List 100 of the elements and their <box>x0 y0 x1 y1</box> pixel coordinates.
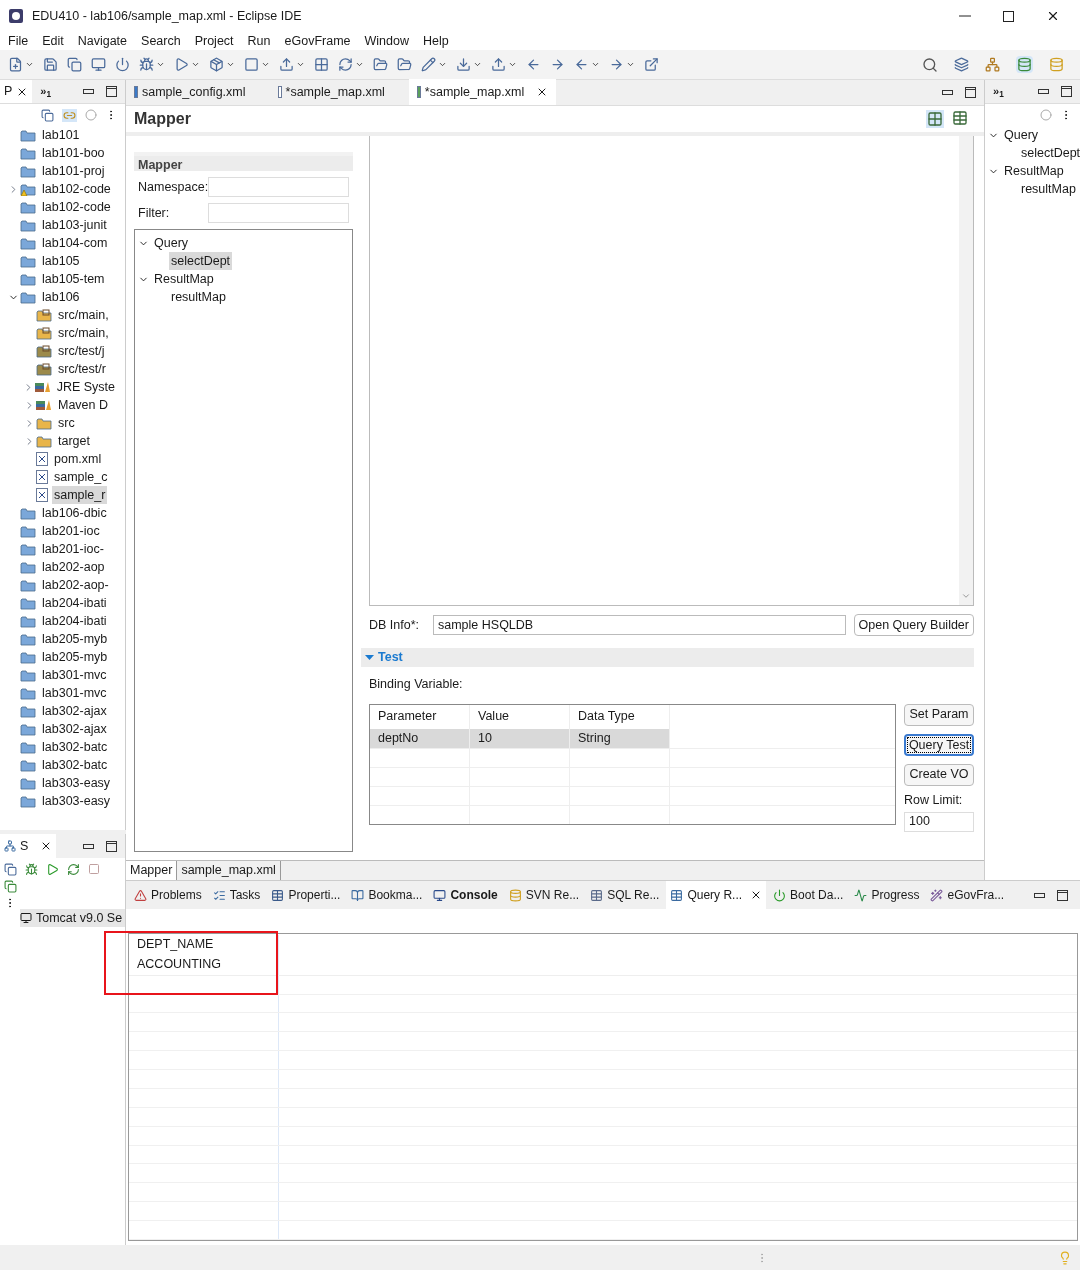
play-icon[interactable] <box>174 57 189 72</box>
stop-icon[interactable] <box>244 57 259 72</box>
collapse-icon[interactable] <box>4 862 17 876</box>
left-arrow-icon[interactable] <box>526 57 541 72</box>
open-perspective-icon[interactable] <box>954 57 969 72</box>
play-icon[interactable] <box>46 862 59 876</box>
editor-tab[interactable]: sample_config.xml <box>126 79 254 105</box>
tree-item[interactable]: lab104-com <box>40 233 110 253</box>
tree-item[interactable]: lab302-batc <box>40 737 110 757</box>
window-icon[interactable] <box>644 57 659 72</box>
view-tab[interactable]: eGovFra... <box>926 881 1009 909</box>
view-tab[interactable]: Query R... <box>666 881 767 909</box>
maximize-icon[interactable] <box>1003 10 1014 22</box>
db-info-field[interactable]: sample HSQLDB <box>433 615 846 635</box>
database-perspective-icon[interactable] <box>1017 57 1032 72</box>
save-icon[interactable] <box>43 57 58 72</box>
tree-item[interactable]: lab101-boo <box>40 143 107 163</box>
columns-layout-icon[interactable] <box>927 111 943 127</box>
tree-item[interactable]: sample_c <box>52 467 110 487</box>
tree-item[interactable]: src/main, <box>56 323 111 343</box>
action-button[interactable]: Query Test <box>904 733 974 756</box>
input-field[interactable] <box>208 203 349 223</box>
back-icon[interactable] <box>574 57 589 72</box>
tree-item[interactable]: selectDept <box>169 251 233 271</box>
menu-item[interactable]: Search <box>141 31 181 51</box>
refresh-icon[interactable] <box>67 862 80 876</box>
publish-icon[interactable] <box>4 880 17 893</box>
tree-item[interactable]: src <box>56 413 77 433</box>
column-header[interactable]: DEPT_NAME <box>129 935 279 954</box>
row-limit-field[interactable]: 100 <box>904 811 974 832</box>
tree-item[interactable]: lab101-proj <box>40 161 107 181</box>
tree-item[interactable]: lab302-batc <box>40 755 110 775</box>
tree-item[interactable]: lab105 <box>40 251 82 271</box>
tree-item[interactable]: lab102-code <box>40 179 113 199</box>
menu-item[interactable]: Project <box>194 31 234 51</box>
tree-item[interactable]: lab205-myb <box>40 629 110 649</box>
tree-item[interactable]: Query <box>1002 125 1041 145</box>
tree-item[interactable]: ResultMap <box>1002 161 1066 181</box>
tree-item[interactable]: resultMap <box>1019 179 1078 199</box>
view-tab[interactable]: Boot Da... <box>769 881 848 909</box>
maximize-icon[interactable] <box>106 86 117 97</box>
hierarchy-icon[interactable] <box>985 57 1000 72</box>
save-all-icon[interactable] <box>67 57 82 72</box>
minimize-icon[interactable] <box>1034 892 1045 898</box>
view-tab[interactable]: Tasks <box>208 881 265 909</box>
overflow-tabs[interactable]: »$_{1}$ <box>993 83 1004 100</box>
tree-item[interactable]: lab301-mvc <box>40 665 109 685</box>
collapse-all-icon[interactable] <box>41 108 54 122</box>
tree-item[interactable]: lab105-tem <box>40 269 107 289</box>
tree-item[interactable]: sample_r <box>52 485 108 505</box>
tree-item[interactable]: lab205-myb <box>40 647 110 667</box>
view-tab[interactable]: SQL Re... <box>586 881 664 909</box>
rows-layout-icon[interactable] <box>952 110 968 126</box>
table-cell[interactable]: deptNo <box>370 728 470 748</box>
tree-item[interactable]: Query <box>152 233 191 253</box>
menu-item[interactable]: File <box>8 31 29 51</box>
column-header[interactable]: Data Type <box>570 704 670 729</box>
tree-item[interactable]: src/test/j <box>56 341 107 361</box>
minimize-icon[interactable] <box>1038 89 1049 94</box>
tree-item[interactable]: lab303-easy <box>40 791 113 810</box>
tree-item[interactable]: resultMap <box>169 287 228 307</box>
search-icon[interactable] <box>922 56 938 73</box>
section-header[interactable]: Test <box>378 648 403 667</box>
open-query-builder-button[interactable]: Open Query Builder <box>853 614 974 636</box>
tree-item[interactable]: lab201-ioc- <box>40 539 106 559</box>
column-header[interactable]: Parameter <box>370 704 470 729</box>
tree-item[interactable]: lab103-junit <box>40 215 109 235</box>
bug-icon[interactable] <box>139 57 154 72</box>
close-icon[interactable] <box>1046 9 1060 23</box>
tree-item[interactable]: src/main, <box>56 305 111 325</box>
minimize-icon[interactable] <box>942 90 953 95</box>
maximize-icon[interactable] <box>1057 889 1068 901</box>
expanded-triangle-icon[interactable] <box>365 654 374 661</box>
maximize-icon[interactable] <box>965 87 976 98</box>
tree-item[interactable]: pom.xml <box>52 449 104 469</box>
scrollbar[interactable] <box>959 136 973 605</box>
maximize-icon[interactable] <box>106 840 117 852</box>
overflow-tabs[interactable]: »$_{1}$ <box>40 83 52 100</box>
monitor-icon[interactable] <box>91 57 106 72</box>
power-icon[interactable] <box>115 57 130 72</box>
tree-item[interactable]: lab106 <box>40 287 82 307</box>
tree-item[interactable]: JRE Syste <box>54 377 117 397</box>
menu-item[interactable]: Window <box>364 31 409 51</box>
table-cell[interactable]: String <box>570 728 670 748</box>
input-field[interactable] <box>208 177 349 197</box>
tree-item[interactable]: lab302-ajax <box>40 719 109 739</box>
tree-item[interactable]: Maven D <box>56 395 111 415</box>
table-cell[interactable]: 10 <box>470 728 570 748</box>
column-header[interactable]: Value <box>470 704 570 729</box>
tree-item[interactable]: lab106-dbic <box>40 503 109 523</box>
view-tab[interactable]: Console <box>429 881 502 909</box>
tree-item[interactable]: lab302-ajax <box>40 701 109 721</box>
maximize-icon[interactable] <box>1061 86 1072 97</box>
tree-item[interactable]: lab202-aop- <box>40 575 111 595</box>
editor-tab[interactable]: *sample_map.xml <box>408 79 557 105</box>
tree-item[interactable]: target <box>56 431 92 451</box>
action-button[interactable]: Set Param <box>904 703 974 726</box>
page-tab[interactable]: Mapper <box>126 861 178 880</box>
minimize-icon[interactable] <box>83 843 94 849</box>
tree-item[interactable]: lab102-code <box>40 197 113 217</box>
